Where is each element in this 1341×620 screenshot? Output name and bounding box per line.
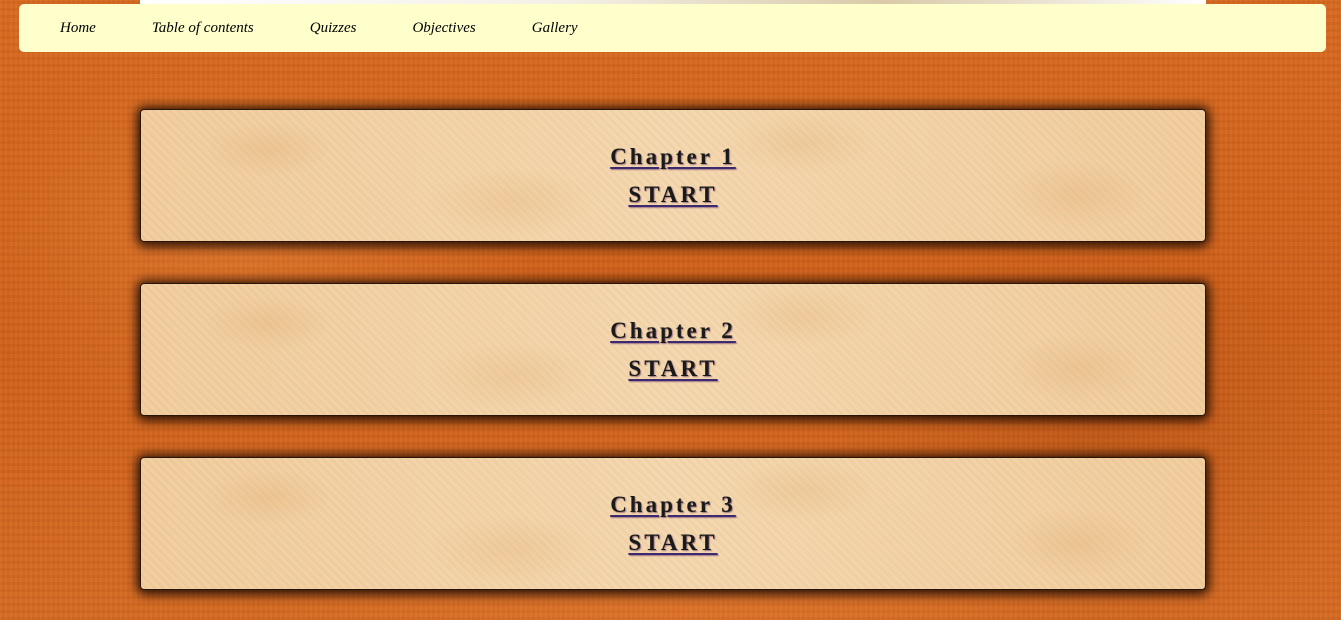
- nav-link-gallery[interactable]: Gallery: [532, 20, 578, 37]
- chapter-3-title-link[interactable]: Chapter 3: [610, 486, 736, 524]
- chapter-1-start-link[interactable]: START: [628, 176, 717, 214]
- nav-link-table-of-contents[interactable]: Table of contents: [152, 20, 254, 37]
- chapter-1-title-link[interactable]: Chapter 1: [610, 138, 736, 176]
- chapter-2-card: Chapter 2 START: [140, 283, 1206, 416]
- chapter-3-card: Chapter 3 START: [140, 457, 1206, 590]
- nav-link-objectives[interactable]: Objectives: [412, 20, 475, 37]
- chapter-3-start-link[interactable]: START: [628, 524, 717, 562]
- chapter-1-card: Chapter 1 START: [140, 109, 1206, 242]
- nav-link-home[interactable]: Home: [60, 20, 96, 37]
- chapter-2-start-link[interactable]: START: [628, 350, 717, 388]
- nav-link-quizzes[interactable]: Quizzes: [310, 20, 357, 37]
- top-navigation-bar: Home Table of contents Quizzes Objective…: [19, 4, 1326, 52]
- chapter-2-title-link[interactable]: Chapter 2: [610, 312, 736, 350]
